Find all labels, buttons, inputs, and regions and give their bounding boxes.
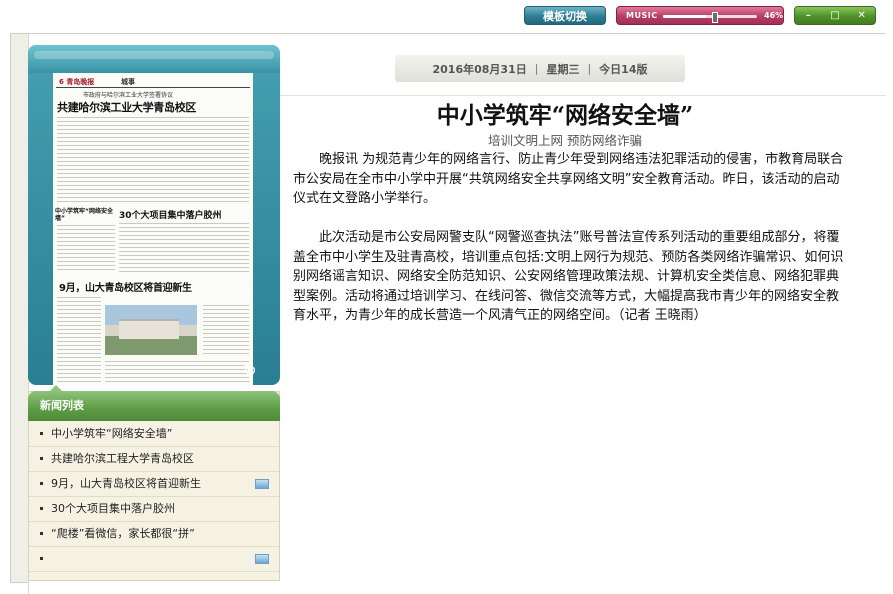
music-control: MUSIC 46%	[616, 6, 784, 25]
news-list-panel: 新闻列表 中小学筑牢“网络安全墙” 共建哈尔滨工程大学青岛校区 9月，山大青岛校…	[28, 385, 280, 581]
article-title: 中小学筑牢“网络安全墙”	[436, 102, 694, 129]
thumb-text-block	[105, 361, 249, 385]
minimize-icon[interactable]: –	[799, 10, 817, 21]
news-list-item[interactable]: 30个大项目集中落户胶州	[29, 497, 279, 522]
news-item-label: 共建哈尔滨工程大学青岛校区	[51, 452, 194, 465]
news-item-label: 9月，山大青岛校区将首迎新生	[51, 477, 201, 490]
music-volume-percent: 46%	[764, 11, 784, 20]
thumb-headline-2-kicker[interactable]: 中小学筑牢“网络安全墙”	[55, 208, 115, 222]
preview-panel-top	[28, 45, 280, 73]
music-volume-fill	[663, 15, 707, 18]
news-list-item[interactable]: 共建哈尔滨工程大学青岛校区	[29, 447, 279, 472]
article-subtitle: 培训文明上网 预防网络诈骗	[488, 133, 642, 148]
thumb-section: 城事	[121, 78, 135, 86]
news-item-label: 30个大项目集中落户胶州	[51, 502, 175, 515]
news-list-item[interactable]: “爬楼”看微信，家长都很“拼”	[29, 522, 279, 547]
separator: |	[534, 62, 539, 75]
thumb-text-block	[57, 225, 115, 273]
separator: |	[587, 62, 592, 75]
window-controls: – □ ✕	[794, 6, 876, 25]
issue-weekday: 星期三	[546, 62, 580, 76]
article-paragraph: 晚报讯 为规范青少年的网络言行、防止青少年受到网络违法犯罪活动的侵害，市教育局联…	[293, 152, 844, 206]
refresh-icon[interactable]: ↻	[239, 363, 261, 379]
news-item-label: “爬楼”看微信，家长都很“拼”	[51, 527, 195, 540]
news-list-title: 新闻列表	[28, 385, 280, 421]
thumb-masthead: 6 青岛晚报	[59, 78, 95, 86]
news-item-label: 中小学筑牢“网络安全墙”	[51, 427, 173, 440]
top-toolbar: 模板切换 MUSIC 46% – □ ✕	[0, 0, 893, 30]
thumb-headline-3[interactable]: 9月，山大青岛校区将首迎新生	[59, 279, 192, 294]
date-bar: 2016年08月31日 | 星期三 | 今日14版	[395, 55, 685, 82]
thumb-headline-1[interactable]: 共建哈尔滨工业大学青岛校区	[57, 99, 196, 115]
newspaper-page-thumbnail[interactable]: 6 青岛晚报 城事 市政府与哈尔滨工业大学签署协议 共建哈尔滨工业大学青岛校区 …	[53, 73, 253, 385]
thumb-photo	[105, 305, 197, 355]
thumb-headline-2[interactable]: 30个大项目集中落户胶州	[119, 208, 222, 221]
news-list-item[interactable]	[29, 547, 279, 572]
music-volume-slider[interactable]	[663, 12, 757, 23]
music-volume-knob[interactable]	[712, 12, 719, 23]
thumb-text-block	[57, 297, 101, 385]
maximize-icon[interactable]: □	[826, 10, 844, 21]
thumb-text-block	[203, 305, 249, 355]
image-icon[interactable]	[255, 479, 269, 489]
thumb-text-block	[57, 117, 249, 203]
music-label: MUSIC	[626, 11, 658, 20]
news-list-item[interactable]: 9月，山大青岛校区将首迎新生	[29, 472, 279, 497]
newspaper-preview-panel: 6 青岛晚报 城事 市政府与哈尔滨工业大学签署协议 共建哈尔滨工业大学青岛校区 …	[28, 45, 280, 385]
image-icon[interactable]	[255, 554, 269, 564]
close-icon[interactable]: ✕	[853, 10, 871, 21]
article-body: 晚报讯 为规范青少年的网络言行、防止青少年受到网络违法犯罪活动的侵害，市教育局联…	[293, 150, 846, 326]
issue-edition: 今日14版	[599, 62, 648, 76]
thumb-kicker: 市政府与哈尔滨工业大学签署协议	[83, 92, 174, 99]
news-list-item[interactable]: 中小学筑牢“网络安全墙”	[29, 422, 279, 447]
template-switch-button[interactable]: 模板切换	[524, 6, 606, 25]
thumb-text-block	[119, 223, 249, 273]
article-paragraph: 此次活动是市公安局网警支队“网警巡查执法”账号普法宣传系列活动的重要组成部分，将…	[293, 230, 844, 323]
issue-date: 2016年08月31日	[432, 62, 527, 76]
news-list: 中小学筑牢“网络安全墙” 共建哈尔滨工程大学青岛校区 9月，山大青岛校区将首迎新…	[29, 422, 279, 572]
thumb-rule	[56, 87, 250, 88]
